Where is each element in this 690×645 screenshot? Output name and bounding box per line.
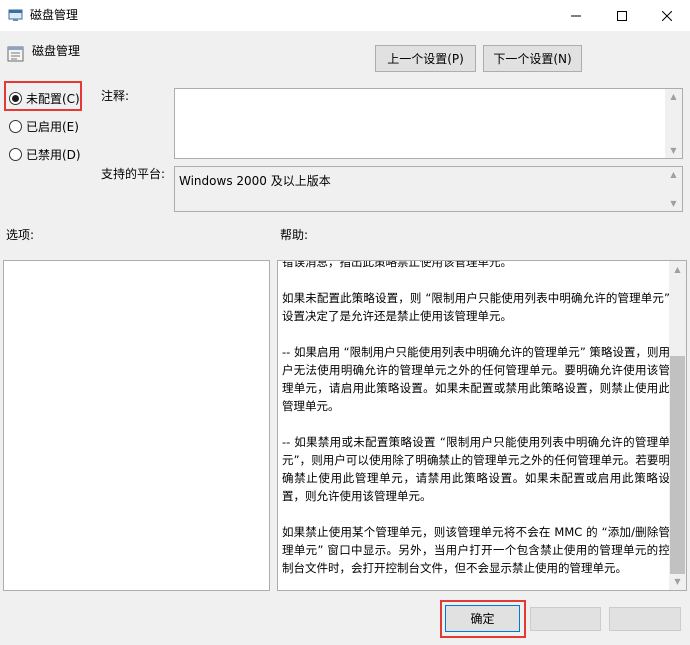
help-scrollbar[interactable]: ▲ ▼ [669,261,686,590]
help-paragraph: -- 如果禁用或未配置策略设置 “限制用户只能使用列表中明确允许的管理单元”，则… [282,435,670,503]
platform-value: Windows 2000 及以上版本 [179,174,331,188]
close-icon [662,10,672,21]
previous-setting-button[interactable]: 上一个设置(P) [375,45,476,72]
maximize-button[interactable] [599,0,645,31]
help-panel[interactable]: 错误消息，指出此策略禁止使用该管理单元。 如果未配置此策略设置，则 “限制用户只… [277,260,687,591]
radio-enabled[interactable]: 已启用(E) [9,117,79,135]
highlight-box [440,600,526,638]
radio-indicator[interactable] [9,147,22,161]
platform-label: 支持的平台: [101,167,166,181]
title-bar: 磁盘管理 [0,0,690,31]
minimize-button[interactable] [553,0,599,31]
platform-scrollbar[interactable]: ▲ ▼ [665,167,682,211]
policy-setting-icon [7,45,25,63]
maximize-icon [617,10,627,21]
scroll-up-icon[interactable]: ▲ [669,170,678,179]
highlight-box [4,81,82,111]
options-label: 选项: [6,228,35,242]
radio-label: 已启用(E) [26,119,79,134]
minimize-icon [571,15,581,16]
help-text: 错误消息，指出此策略禁止使用该管理单元。 如果未配置此策略设置，则 “限制用户只… [282,260,670,590]
window-title: 磁盘管理 [30,8,79,22]
options-panel [3,260,270,591]
comment-textarea[interactable]: ▲ ▼ [174,88,683,159]
scroll-up-icon[interactable]: ▲ [669,92,678,101]
next-setting-button[interactable]: 下一个设置(N) [483,45,582,72]
scroll-up-icon[interactable]: ▲ [673,265,682,274]
cancel-button[interactable] [530,607,601,631]
platform-field: Windows 2000 及以上版本 ▲ ▼ [174,166,683,212]
comment-scrollbar[interactable]: ▲ ▼ [665,89,682,158]
scrollbar-thumb[interactable] [670,356,685,574]
scroll-down-icon[interactable]: ▼ [669,199,678,208]
comment-label: 注释: [101,89,130,103]
setting-title: 磁盘管理 [32,44,81,58]
scroll-down-icon[interactable]: ▼ [669,146,678,155]
close-button[interactable] [644,0,690,31]
help-paragraph: 如果未配置此策略设置，则 “限制用户只能使用列表中明确允许的管理单元” 设置决定… [282,291,670,323]
help-paragraph: 如果禁止使用某个管理单元，则该管理单元将不会在 MMC 的 “添加/删除管理单元… [282,525,670,575]
app-icon [8,8,24,22]
help-paragraph: -- 如果启用 “限制用户只能使用列表中明确允许的管理单元” 策略设置，则用户无… [282,345,670,413]
help-paragraph: 错误消息，指出此策略禁止使用该管理单元。 [282,260,512,269]
apply-button[interactable] [609,607,681,631]
scroll-down-icon[interactable]: ▼ [673,577,682,586]
help-label: 帮助: [280,228,309,242]
radio-indicator[interactable] [9,119,22,133]
radio-label: 已禁用(D) [26,147,81,162]
radio-disabled[interactable]: 已禁用(D) [9,145,81,163]
